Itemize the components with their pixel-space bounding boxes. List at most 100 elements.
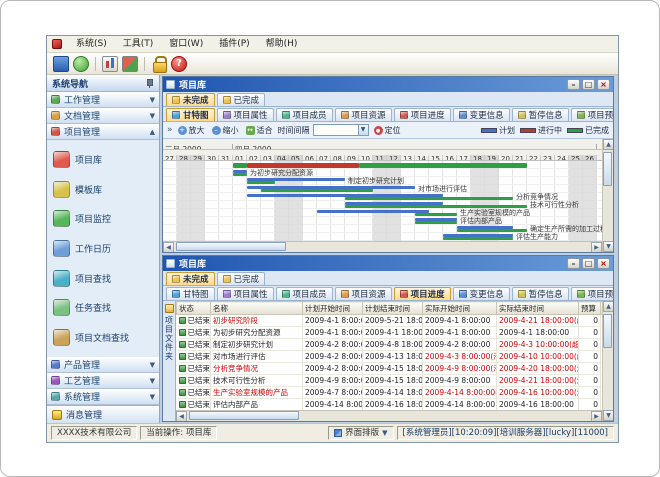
sidebar-item-work-calendar[interactable]: 工作日历 [50,234,156,264]
locate-button[interactable]: 定位 [372,125,403,136]
menu-item-0[interactable]: 系统(S) [68,39,115,49]
scroll-thumb[interactable] [603,314,612,348]
pin-icon[interactable] [145,79,154,88]
tab-progress[interactable]: 项目进度 [394,287,451,300]
scroll-right-arrow[interactable] [591,242,602,253]
tab-unfinished[interactable]: 未完成 [166,93,215,106]
sidebar-group-doc-mgmt[interactable]: 文档管理 [47,108,159,124]
sidebar-group-project-mgmt[interactable]: 项目管理 [47,124,159,140]
table-row[interactable]: 已结束分析竞争情况2009-4-2 8:00:002009-4-15 18:00… [177,363,603,375]
tab-properties[interactable]: 项目属性 [217,108,274,121]
scroll-left-arrow[interactable] [163,242,174,253]
sidebar-group-system-mgmt[interactable]: 系统管理 [47,389,159,405]
scroll-up-arrow[interactable] [603,139,614,150]
sidebar-group-process-mgmt[interactable]: 工艺管理 [47,373,159,389]
tab-members[interactable]: 项目成员 [276,287,333,300]
scroll-right-arrow[interactable] [591,411,602,422]
column-header[interactable]: 计划开始时间 [303,302,363,315]
sidebar-item-label: 项目文档查找 [75,331,129,344]
project-folder-side-tab[interactable]: 项目文件夹 [163,301,176,421]
table-row[interactable]: 已结束生产实验室规模的产品2009-4-7 8:00:002009-4-14 1… [177,387,603,399]
table-row[interactable]: 已结束为初步研究分配资源2009-4-1 8:00:002009-4-1 18:… [177,327,603,339]
gantt-horizontal-scrollbar[interactable] [163,241,602,252]
column-header[interactable]: 预算 [579,302,601,315]
table-row[interactable]: 已结束技术可行性分析2009-4-9 8:00:002009-4-15 18:0… [177,375,603,387]
maximize-button[interactable] [582,79,595,90]
tab-changes[interactable]: 变更信息 [453,287,510,300]
scroll-up-arrow[interactable] [603,301,614,312]
zoom-in-button[interactable]: 放大 [176,125,207,136]
scroll-track[interactable] [187,411,591,421]
close-button[interactable] [597,258,610,269]
sidebar-message-tab[interactable]: 消息管理 [47,405,159,423]
sidebar-item-task-search[interactable]: 任务查找 [50,293,156,323]
fit-button[interactable]: 适合 [244,125,275,136]
scroll-track[interactable] [174,242,591,252]
scroll-thumb[interactable] [189,411,299,420]
tab-resources[interactable]: 项目资源 [335,287,392,300]
close-button[interactable] [597,79,610,90]
tab-resources[interactable]: 项目资源 [335,108,392,121]
save-icon[interactable] [53,56,69,72]
sidebar-item-project-search[interactable]: 项目查找 [50,263,156,293]
tab-budget[interactable]: 项目预算 [571,108,614,121]
budget-cell: 0 [579,399,601,411]
grid-icon[interactable] [122,56,138,72]
status-icon [179,317,186,324]
tab-gantt[interactable]: 甘特图 [166,287,215,300]
gantt-vertical-scrollbar[interactable] [602,139,613,252]
sidebar-item-project-doc-search[interactable]: 项目文档查找 [50,322,156,352]
scroll-down-arrow[interactable] [603,241,614,252]
minimize-button[interactable] [567,258,580,269]
table-horizontal-scrollbar[interactable] [176,410,602,421]
menu-item-1[interactable]: 工具(T) [115,39,162,49]
column-header[interactable]: 状态 [177,302,211,315]
tab-finished[interactable]: 已完成 [217,93,266,106]
interval-combo[interactable] [313,124,369,136]
help-icon[interactable] [171,56,187,72]
tab-gantt[interactable]: 甘特图 [166,108,215,121]
scroll-track[interactable] [603,150,613,241]
column-header[interactable]: 实际结束时间 [497,302,579,315]
minimize-button[interactable] [567,79,580,90]
menu-item-4[interactable]: 帮助(H) [258,39,306,49]
table-row[interactable]: 已结束评估内部产品2009-4-14 8:00:002009-4-16 18:0… [177,399,603,411]
layout-selector[interactable]: 界面排版 [328,426,393,440]
scroll-down-arrow[interactable] [603,410,614,421]
column-header[interactable]: 实际开始时间 [423,302,497,315]
sidebar-group-product-mgmt[interactable]: 产品管理 [47,357,159,373]
globe-icon[interactable] [73,56,89,72]
tab-progress[interactable]: 项目进度 [394,108,451,121]
column-header[interactable]: 名称 [211,302,303,315]
menu-item-3[interactable]: 插件(P) [211,39,257,49]
sidebar-item-project-library[interactable]: 项目库 [50,145,156,175]
scroll-track[interactable] [603,312,613,410]
table-vertical-scrollbar[interactable] [602,301,613,421]
table-row[interactable]: 已结束初步研究阶段2009-4-1 8:00:002009-5-21 18:00… [177,315,603,327]
tab-pauses[interactable]: 暂停信息 [512,287,569,300]
sidebar-item-project-monitor[interactable]: 项目监控 [50,204,156,234]
table-row[interactable]: 已结束对市场进行评估2009-4-2 8:00:002009-4-13 18:0… [177,351,603,363]
sidebar-group-work-mgmt[interactable]: 工作管理 [47,92,159,108]
chart-icon[interactable] [102,56,118,72]
tab-finished[interactable]: 已完成 [217,272,266,285]
lock-icon[interactable] [151,56,167,72]
tab-unfinished[interactable]: 未完成 [166,272,215,285]
table-window-titlebar[interactable]: 项目库 [163,256,613,271]
tab-pauses[interactable]: 暂停信息 [512,108,569,121]
zoom-out-button[interactable]: 缩小 [210,125,241,136]
table-row[interactable]: 已结束制定初步研究计划2009-4-2 8:00:002009-4-8 18:0… [177,339,603,351]
scroll-thumb[interactable] [176,242,286,251]
sidebar-item-template-library[interactable]: 模板库 [50,175,156,205]
gantt-window-titlebar[interactable]: 项目库 [163,77,613,92]
tab-properties[interactable]: 项目属性 [217,287,274,300]
scroll-thumb[interactable] [603,152,612,186]
tab-members[interactable]: 项目成员 [276,108,333,121]
column-header[interactable]: 计划结束时间 [363,302,423,315]
scroll-left-arrow[interactable] [176,411,187,422]
tab-budget[interactable]: 项目预算 [571,287,614,300]
menu-item-2[interactable]: 窗口(W) [161,39,211,49]
tab-changes[interactable]: 变更信息 [453,108,510,121]
overflow-chevron-icon[interactable]: » [167,125,173,135]
maximize-button[interactable] [582,258,595,269]
